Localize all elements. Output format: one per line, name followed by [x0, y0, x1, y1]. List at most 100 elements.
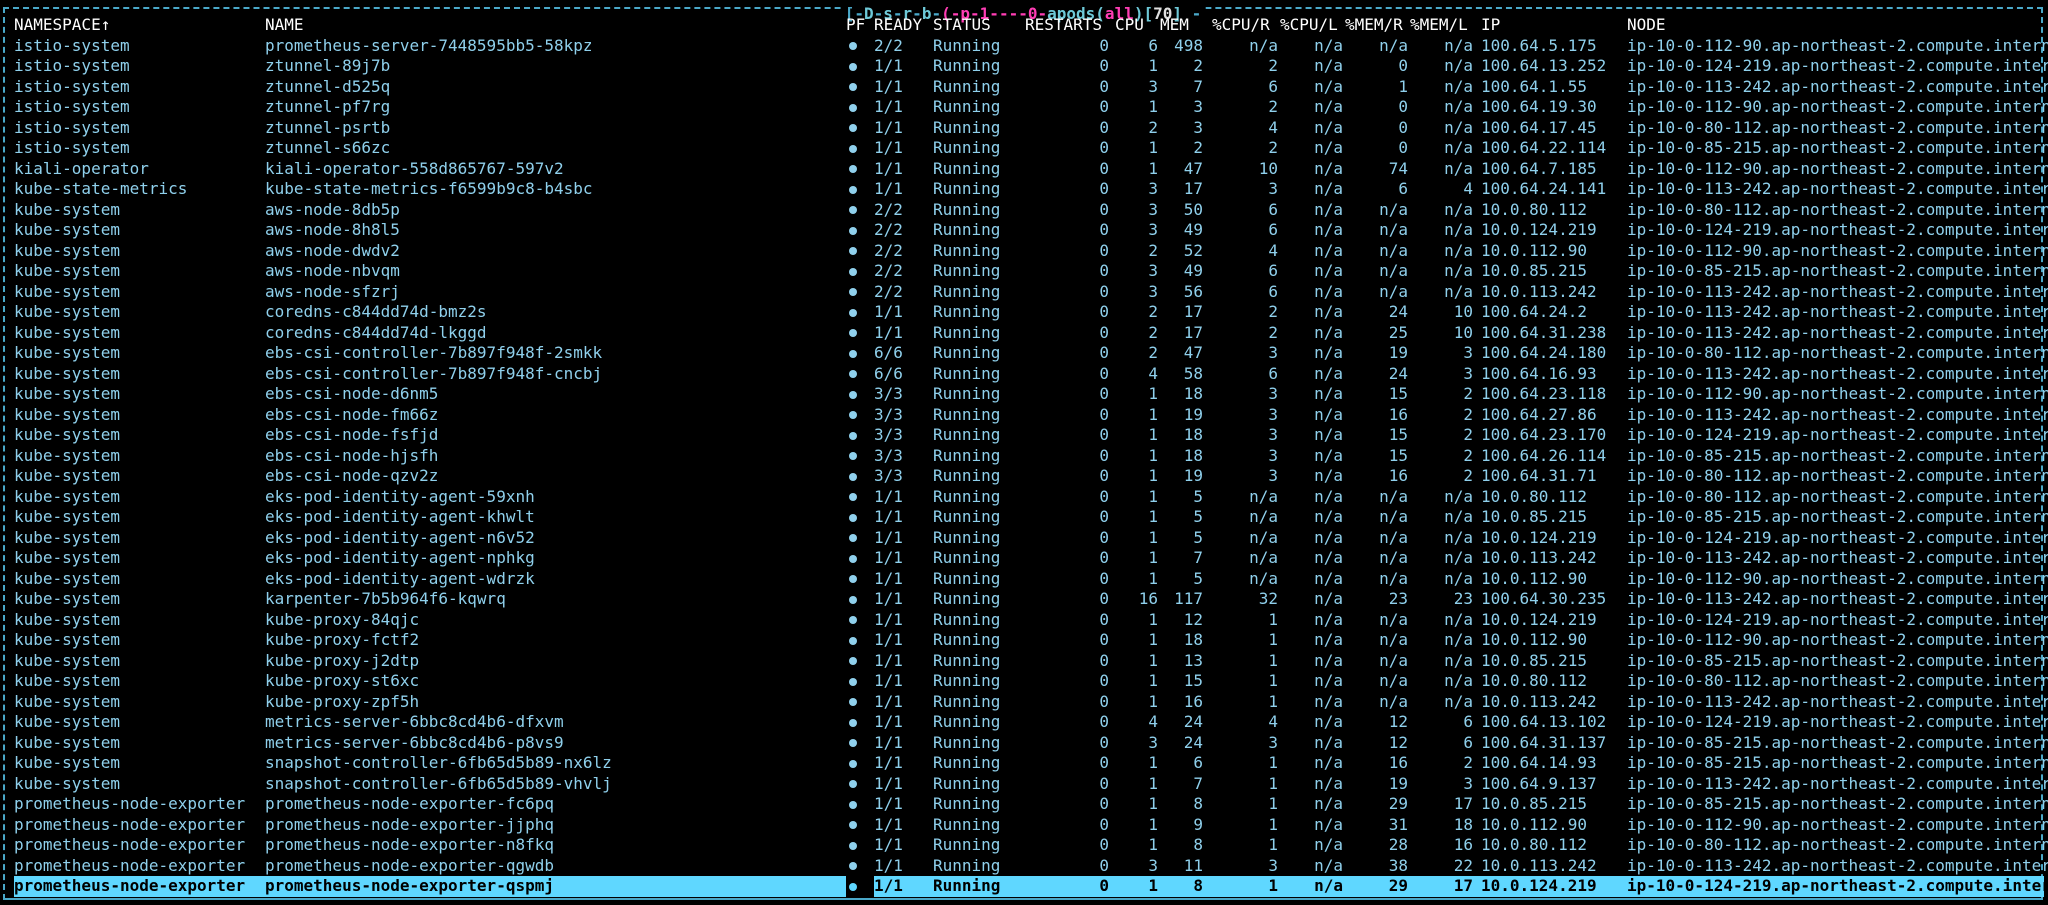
cell-node: ip-10-0-112-90.ap-northeast-2.compute.in…	[1627, 814, 2048, 834]
dot-icon	[849, 247, 857, 255]
table-row[interactable]: kube-system metrics-server-6bbc8cd4b6-p8v…	[14, 732, 2048, 754]
table-row[interactable]: istio-system ztunnel-psrtb 1/1 Running 0 2 3 4 n…	[14, 118, 2048, 139]
cell-status: Running	[933, 507, 1001, 526]
cell-status: Running	[933, 343, 1001, 362]
table-row[interactable]: kube-system coredns-c844dd74d-bmz2s 1/1 Run…	[14, 302, 2048, 323]
col-cpu-l[interactable]: %CPU/L	[1278, 15, 1343, 36]
table-row[interactable]: kube-system ebs-csi-controller-7b897f948f…	[14, 343, 2048, 364]
table-row[interactable]: kube-system ebs-csi-node-fsfjd 3/3 Running 0…	[14, 425, 2048, 446]
table-row[interactable]: kube-system coredns-c844dd74d-lkggd 1/1 Run…	[14, 322, 2048, 344]
cell-mem: 56	[1183, 281, 1203, 301]
cell-status: Running	[933, 732, 1001, 752]
cell-namespace: kube-system	[14, 589, 120, 608]
table-row[interactable]: kube-system kube-proxy-fctf2 1/1 Running 0 1 1…	[14, 630, 2048, 651]
table-row[interactable]: kube-system ebs-csi-node-fm66z 3/3 Running 0…	[14, 405, 2048, 426]
col-name[interactable]: NAME	[265, 15, 846, 36]
table-row-selected[interactable]: prometheus-node-exporter prometheus-node-…	[14, 876, 2048, 897]
table-row[interactable]: kube-system snapshot-controller-6fb65d5b8…	[14, 753, 2048, 774]
table-row[interactable]: istio-system ztunnel-d525q 1/1 Running 0 3 7 6 n…	[14, 77, 2048, 98]
port-forward-dot-icon	[846, 384, 874, 405]
cell-namespace: kube-system	[14, 220, 120, 239]
cell-cpu-l: n/a	[1314, 507, 1343, 526]
cell-mem-l: n/a	[1444, 691, 1473, 711]
dot-icon	[849, 165, 857, 173]
cell-node: ip-10-0-113-242.ap-northeast-2.compute.i…	[1627, 404, 2048, 424]
cell-cpu: 16	[1138, 589, 1158, 608]
cell-name: coredns-c844dd74d-bmz2s	[265, 302, 487, 321]
table-row[interactable]: kube-system ebs-csi-node-qzv2z 3/3 Running 0…	[14, 466, 2048, 487]
table-row[interactable]: kube-system eks-pod-identity-agent-khwlt 1…	[14, 507, 2048, 528]
table-row[interactable]: kube-system ebs-csi-node-hjsfh 3/3 Running 0…	[14, 446, 2048, 467]
table-row[interactable]: kube-system ebs-csi-controller-7b897f948f…	[14, 364, 2048, 385]
table-row[interactable]: istio-system ztunnel-s66zc 1/1 Running 0 1 2 2 n…	[14, 138, 2048, 159]
table-row[interactable]: prometheus-node-exporter prometheus-node-…	[14, 815, 2048, 836]
cell-name: prometheus-node-exporter-qspmj	[265, 876, 554, 895]
table-row[interactable]: kube-system metrics-server-6bbc8cd4b6-dfx…	[14, 712, 2048, 733]
table-row[interactable]: istio-system prometheus-server-7448595bb5…	[14, 36, 2048, 57]
table-row[interactable]: kube-system aws-node-sfzrj 2/2 Running 0 3 56 6…	[14, 281, 2048, 303]
dot-icon	[849, 657, 857, 665]
col-restarts[interactable]: RESTARTS	[1021, 15, 1109, 36]
col-mem[interactable]: MEM	[1158, 15, 1203, 36]
col-ready[interactable]: READY	[874, 15, 933, 36]
table-row[interactable]: kube-system karpenter-7b5b964f6-kqwrq 1/1 R…	[14, 589, 2048, 610]
dot-icon	[849, 698, 857, 706]
table-row[interactable]: prometheus-node-exporter prometheus-node-…	[14, 794, 2048, 815]
cell-cpu-r: 2	[1268, 56, 1278, 75]
col-mem-l[interactable]: %MEM/L	[1408, 15, 1473, 36]
cell-restarts: 0	[1099, 199, 1109, 219]
table-row[interactable]: istio-system ztunnel-pf7rg 1/1 Running 0 1 3 2 n…	[14, 97, 2048, 118]
table-row[interactable]: kube-system kube-proxy-j2dtp 1/1 Running 0 1 1…	[14, 650, 2048, 672]
cell-node: ip-10-0-124-219.ap-northeast-2.compute.i…	[1627, 527, 2048, 547]
table-row[interactable]: kube-state-metrics kube-state-metrics-f65…	[14, 179, 2048, 200]
table-row[interactable]: istio-system ztunnel-89j7b 1/1 Running 0 1 2 2 n…	[14, 56, 2048, 77]
cell-ip: 100.64.14.93	[1481, 753, 1597, 772]
dot-icon	[849, 226, 857, 235]
cell-status: Running	[933, 630, 1001, 649]
cell-mem-l: n/a	[1444, 220, 1473, 239]
table-row[interactable]: prometheus-node-exporter prometheus-node-…	[14, 855, 2048, 877]
col-pf[interactable]: PF	[846, 15, 874, 36]
col-status[interactable]: STATUS	[933, 15, 1021, 36]
col-ip[interactable]: IP	[1473, 15, 1627, 36]
cell-mem-r: 12	[1388, 712, 1408, 731]
col-namespace[interactable]: NAMESPACE↑	[14, 15, 265, 36]
cell-status: Running	[933, 179, 1001, 198]
col-node[interactable]: NODE	[1627, 15, 2048, 36]
table-row[interactable]: kube-system aws-node-8db5p 2/2 Running 0 3 50 6…	[14, 199, 2048, 221]
table-row[interactable]: kube-system aws-node-nbvqm 2/2 Running 0 3 49 6…	[14, 261, 2048, 282]
table-row[interactable]: kube-system aws-node-8h8l5 2/2 Running 0 3 49 6…	[14, 220, 2048, 241]
cell-node: ip-10-0-113-242.ap-northeast-2.compute.i…	[1627, 363, 2048, 383]
cell-mem-r: 25	[1388, 322, 1408, 342]
cell-ready: 6/6	[874, 343, 903, 362]
col-cpu[interactable]: CPU	[1109, 15, 1158, 36]
cell-mem-l: n/a	[1444, 568, 1473, 588]
table-row[interactable]: kube-system eks-pod-identity-agent-59xnh 1…	[14, 487, 2048, 508]
table-row[interactable]: kiali-operator kiali-operator-558d865767-…	[14, 159, 2048, 180]
cell-cpu: 2	[1148, 322, 1158, 342]
cell-ip: 10.0.113.242	[1481, 691, 1597, 711]
cell-node: ip-10-0-113-242.ap-northeast-2.compute.i…	[1627, 691, 2048, 711]
dot-icon	[849, 739, 857, 747]
cell-mem: 11	[1183, 855, 1203, 875]
table-row[interactable]: kube-system ebs-csi-node-d6nm5 3/3 Running 0…	[14, 384, 2048, 405]
table-row[interactable]: kube-system aws-node-dwdv2 2/2 Running 0 2 52 4…	[14, 241, 2048, 262]
cell-status: Running	[933, 671, 1001, 690]
table-row[interactable]: kube-system eks-pod-identity-agent-n6v52 1…	[14, 528, 2048, 549]
table-row[interactable]: kube-system kube-proxy-zpf5h 1/1 Running 0 1 1…	[14, 691, 2048, 713]
table-row[interactable]: kube-system eks-pod-identity-agent-wdrzk 1…	[14, 568, 2048, 590]
col-mem-r[interactable]: %MEM/R	[1343, 15, 1408, 36]
cell-mem-l: 22	[1453, 855, 1473, 875]
cell-cpu: 2	[1148, 302, 1158, 321]
cell-name: kube-proxy-st6xc	[265, 671, 420, 690]
table-row[interactable]: kube-system eks-pod-identity-agent-nphkg 1…	[14, 548, 2048, 569]
cell-ready: 1/1	[874, 507, 903, 526]
cell-name: ebs-csi-controller-7b897f948f-2smkk	[265, 343, 603, 362]
table-row[interactable]: kube-system snapshot-controller-6fb65d5b8…	[14, 774, 2048, 795]
table-row[interactable]: prometheus-node-exporter prometheus-node-…	[14, 835, 2048, 856]
table-row[interactable]: kube-system kube-proxy-st6xc 1/1 Running 0 1 1…	[14, 671, 2048, 692]
table-row[interactable]: kube-system kube-proxy-84qjc 1/1 Running 0 1 1…	[14, 610, 2048, 631]
col-cpu-r[interactable]: %CPU/R	[1203, 15, 1278, 36]
cell-cpu-r: 1	[1268, 876, 1278, 895]
cell-restarts: 0	[1099, 650, 1109, 670]
